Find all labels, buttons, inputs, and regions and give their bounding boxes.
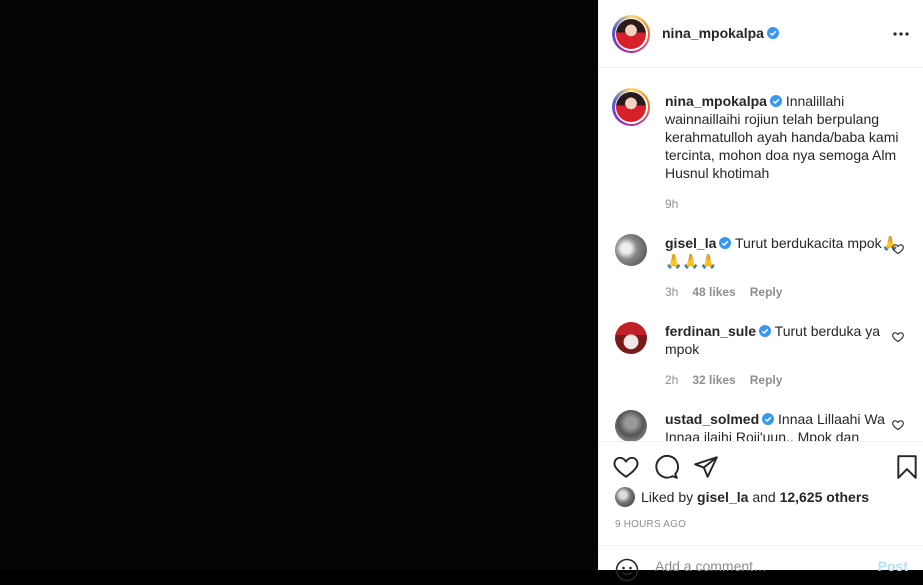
liked-by-and: and [752, 489, 776, 505]
header-username[interactable]: nina_mpokalpa [662, 25, 764, 41]
comment-meta: 3h 48 likes Reply [665, 285, 796, 299]
likes-summary: Liked by gisel_la and 12,625 others [615, 487, 869, 507]
comment-like-heart-icon[interactable] [892, 331, 904, 343]
post-header: nina_mpokalpa [599, 0, 923, 68]
liked-by-user[interactable]: gisel_la [697, 489, 748, 505]
liked-by-prefix: Liked by [641, 489, 694, 505]
comment-likes[interactable]: 48 likes [692, 285, 735, 299]
comment-time[interactable]: 3h [665, 285, 678, 299]
comments-list[interactable]: nina_mpokalpa Innalillahi wainnaillaihi … [599, 68, 923, 441]
comment-avatar[interactable] [615, 322, 647, 354]
caption: nina_mpokalpa Innalillahi wainnaillaihi … [665, 92, 900, 182]
comment-username[interactable]: ferdinan_sule [665, 323, 756, 339]
reply-button[interactable]: Reply [750, 285, 783, 299]
liked-by-others[interactable]: 12,625 others [780, 489, 870, 505]
caption-avatar[interactable] [612, 88, 650, 126]
comment: ustad_solmed Innaa Lillaahi Wa Innaa ila… [665, 410, 900, 441]
comment-likes[interactable]: 32 likes [692, 373, 735, 387]
caption-username[interactable]: nina_mpokalpa [665, 93, 767, 109]
post-time[interactable]: 9 HOURS AGO [615, 519, 686, 530]
caption-time[interactable]: 9h [665, 197, 678, 211]
verified-icon [766, 27, 779, 39]
comment-username[interactable]: gisel_la [665, 235, 716, 251]
share-icon[interactable] [693, 454, 719, 480]
heart-icon[interactable] [613, 454, 639, 480]
action-bar [599, 441, 923, 491]
more-icon[interactable] [889, 22, 913, 46]
bookmark-icon[interactable] [894, 454, 920, 480]
comment-like-heart-icon[interactable] [892, 419, 904, 431]
comment-input[interactable] [655, 558, 855, 574]
comment: gisel_la Turut berdukacita mpok🙏🙏🙏🙏 [665, 234, 900, 270]
comment-time[interactable]: 2h [665, 373, 678, 387]
comment-avatar[interactable] [615, 410, 647, 441]
comment-like-heart-icon[interactable] [892, 243, 904, 255]
caption-meta: 9h [665, 197, 692, 211]
liker-avatar[interactable] [615, 487, 635, 507]
post-side-panel: nina_mpokalpa nina_mpokalpa Innalillahi … [598, 0, 923, 582]
add-comment-bar: Post [599, 545, 923, 585]
post-media[interactable] [0, 0, 598, 570]
comment-icon[interactable] [653, 454, 679, 480]
comment-username[interactable]: ustad_solmed [665, 411, 759, 427]
emoji-icon[interactable] [615, 558, 639, 582]
verified-icon [759, 325, 772, 337]
comment: ferdinan_sule Turut berduka ya mpok [665, 322, 900, 358]
comment-avatar[interactable] [615, 234, 647, 266]
header-avatar[interactable] [612, 15, 650, 53]
verified-icon [719, 237, 732, 249]
post-button[interactable]: Post [878, 558, 908, 574]
comment-meta: 2h 32 likes Reply [665, 373, 796, 387]
verified-icon [769, 95, 782, 107]
reply-button[interactable]: Reply [750, 373, 783, 387]
verified-icon [762, 413, 775, 425]
